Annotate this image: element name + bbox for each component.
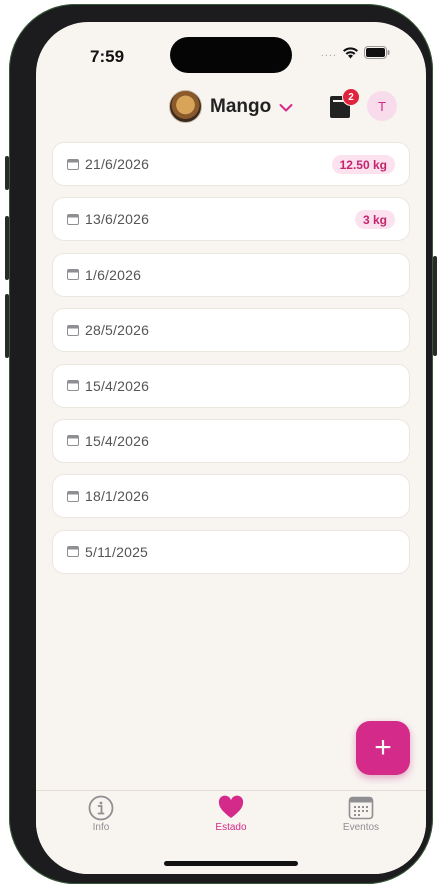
calendar-small-icon: [67, 324, 79, 336]
weight-badge: 3 kg: [354, 210, 395, 230]
home-indicator: [164, 861, 298, 866]
signal-dots: ....: [320, 46, 337, 59]
app-screen: 7:59 .... Mango 2 T 21/6/2026 12.50 kg 1…: [36, 22, 426, 874]
add-entry-button[interactable]: +: [356, 721, 410, 775]
calendar-small-icon: [67, 380, 79, 392]
entry-row[interactable]: 15/4/2026: [52, 418, 410, 463]
pet-avatar: [169, 90, 202, 123]
pet-selector[interactable]: Mango: [169, 90, 293, 123]
entry-date: 21/6/2026: [85, 156, 150, 172]
status-time: 7:59: [90, 47, 125, 66]
tab-info-label: Info: [92, 822, 110, 833]
entry-row[interactable]: 18/1/2026: [52, 474, 410, 519]
battery-icon: [364, 46, 390, 59]
app-header: Mango 2 T: [36, 88, 426, 128]
tab-info[interactable]: Info: [51, 795, 151, 833]
entry-date: 28/5/2026: [85, 322, 150, 339]
tab-estado[interactable]: Estado: [181, 795, 281, 833]
volume-down-button: [5, 294, 9, 358]
calendar-small-icon: [67, 269, 79, 281]
entry-date: 5/11/2025: [85, 543, 149, 560]
power-button: [433, 256, 437, 356]
tab-eventos[interactable]: Eventos: [311, 795, 411, 833]
calendar-icon: [348, 796, 374, 820]
entry-date: 15/4/2026: [85, 432, 150, 449]
entry-row[interactable]: 28/5/2026: [52, 308, 410, 353]
chevron-down-icon: [279, 103, 293, 111]
weight-badge: 12.50 kg: [331, 155, 395, 174]
entry-date: 18/1/2026: [85, 488, 150, 505]
calendar-small-icon: [67, 158, 79, 170]
tab-eventos-label: Eventos: [342, 822, 380, 833]
volume-up-button: [5, 216, 9, 280]
info-icon: [88, 795, 114, 821]
user-avatar[interactable]: T: [367, 91, 397, 121]
tab-estado-label: Estado: [215, 822, 247, 833]
action-button: [5, 156, 9, 190]
entry-date: 15/4/2026: [85, 377, 150, 394]
wifi-icon: [343, 47, 358, 59]
calendar-small-icon: [67, 435, 79, 447]
heart-icon: [218, 795, 244, 818]
entry-date: 1/6/2026: [85, 266, 142, 283]
entry-row[interactable]: 1/6/2026: [52, 252, 410, 297]
dynamic-island: [170, 37, 292, 73]
entry-row[interactable]: 15/4/2026: [52, 363, 410, 408]
entry-row[interactable]: 5/11/2025: [52, 529, 410, 574]
documents-badge: 2: [342, 88, 360, 106]
entry-row[interactable]: 21/6/2026 12.50 kg: [52, 142, 410, 186]
calendar-small-icon: [67, 546, 79, 558]
entry-row[interactable]: 13/6/2026 3 kg: [52, 197, 410, 242]
status-entry-list: 21/6/2026 12.50 kg 13/6/2026 3 kg 1/6/2026 28…: [52, 142, 410, 585]
calendar-small-icon: [67, 213, 79, 225]
calendar-small-icon: [67, 490, 79, 502]
entry-date: 13/6/2026: [85, 211, 150, 228]
pet-name: Mango: [210, 95, 272, 117]
phone-frame: 7:59 .... Mango 2 T 21/6/2026 12.50 kg 1…: [5, 4, 437, 884]
status-icons: ....: [321, 46, 390, 59]
